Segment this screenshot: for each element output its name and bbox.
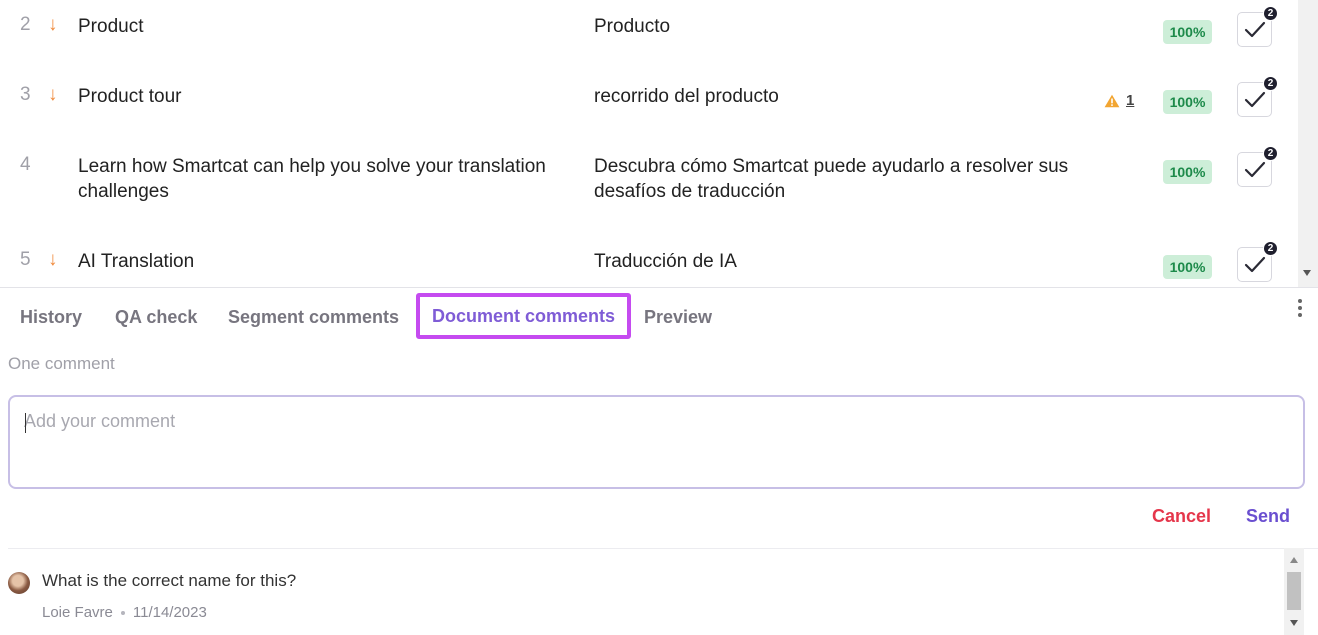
more-vertical-icon[interactable]	[1290, 296, 1310, 320]
comment-input-box[interactable]	[8, 395, 1305, 489]
qa-warning-indicator[interactable]: 1	[1104, 92, 1134, 109]
tab-history[interactable]: History	[17, 295, 85, 339]
comment-meta: Loie Favre 11/14/2023	[42, 604, 207, 621]
scrollbar-thumb[interactable]	[1287, 572, 1301, 610]
checkmark-icon	[1244, 21, 1265, 37]
segments-scrollbar[interactable]	[1298, 0, 1318, 287]
match-percent-badge: 100%	[1163, 90, 1212, 114]
segment-source-text: AI Translation	[78, 251, 195, 272]
comments-scrollbar[interactable]	[1284, 548, 1304, 635]
comment-count-label: One comment	[8, 354, 115, 373]
confirm-segment-button[interactable]: 2	[1237, 146, 1278, 187]
match-percent-badge: 100%	[1163, 160, 1212, 184]
avatar	[8, 572, 30, 594]
segment-target-text[interactable]: Descubra cómo Smartcat puede ayudarlo a …	[594, 154, 1074, 204]
confirm-segment-button[interactable]: 2	[1237, 76, 1278, 117]
comment-date: 11/14/2023	[132, 604, 207, 621]
text-caret	[25, 413, 26, 433]
send-button[interactable]: Send	[1246, 506, 1290, 527]
segment-source-text: Product tour	[78, 86, 182, 107]
segment-target-text[interactable]: Traducción de IA	[594, 249, 1074, 274]
arrow-down-icon: ↓	[48, 14, 58, 35]
comment-input[interactable]	[10, 397, 1303, 487]
arrow-down-icon: ↓	[48, 249, 58, 270]
bottom-panel: History QA check Segment comments Docume…	[0, 287, 1318, 635]
segment-target-text[interactable]: Producto	[594, 14, 1074, 39]
segment-number: 4	[20, 154, 31, 175]
checkmark-icon	[1244, 256, 1265, 272]
segment-target-text[interactable]: recorrido del producto	[594, 84, 1074, 109]
tab-document-comments[interactable]: Document comments	[416, 293, 632, 339]
checkmark-icon	[1244, 161, 1265, 177]
confirmations-count-badge: 2	[1263, 76, 1278, 91]
match-percent-badge: 100%	[1163, 20, 1212, 44]
separator-dot-icon	[120, 610, 125, 615]
segment-source-text: Learn how Smartcat can help you solve yo…	[78, 156, 546, 202]
panel-tabs: History QA check Segment comments Docume…	[0, 288, 1318, 342]
scroll-down-arrow-icon[interactable]	[1290, 620, 1298, 626]
cancel-button[interactable]: Cancel	[1152, 506, 1211, 527]
confirm-segment-button[interactable]: 2	[1237, 6, 1278, 47]
tab-qa-check[interactable]: QA check	[112, 295, 200, 339]
segments-table: 2 ↓ Product Producto 100% 2 3 ↓ Product …	[0, 0, 1318, 287]
confirmations-count-badge: 2	[1263, 6, 1278, 21]
confirmations-count-badge: 2	[1263, 146, 1278, 161]
segment-number: 2	[20, 14, 31, 35]
confirmations-count-badge: 2	[1263, 241, 1278, 256]
scroll-down-arrow-icon[interactable]	[1303, 270, 1311, 276]
confirm-segment-button[interactable]: 2	[1237, 241, 1278, 282]
warning-triangle-icon	[1104, 94, 1120, 107]
arrow-down-icon: ↓	[48, 84, 58, 105]
tab-preview[interactable]: Preview	[641, 295, 715, 339]
match-percent-badge: 100%	[1163, 255, 1212, 279]
comments-list: What is the correct name for this? Loie …	[8, 548, 1318, 635]
segment-number: 3	[20, 84, 31, 105]
segment-number: 5	[20, 249, 31, 270]
scroll-up-arrow-icon[interactable]	[1290, 557, 1298, 563]
segment-source-text: Product	[78, 16, 144, 37]
checkmark-icon	[1244, 91, 1265, 107]
comment-text: What is the correct name for this?	[42, 571, 297, 590]
tab-segment-comments[interactable]: Segment comments	[225, 295, 402, 339]
comment-author: Loie Favre	[42, 604, 113, 621]
warning-count[interactable]: 1	[1126, 92, 1134, 109]
